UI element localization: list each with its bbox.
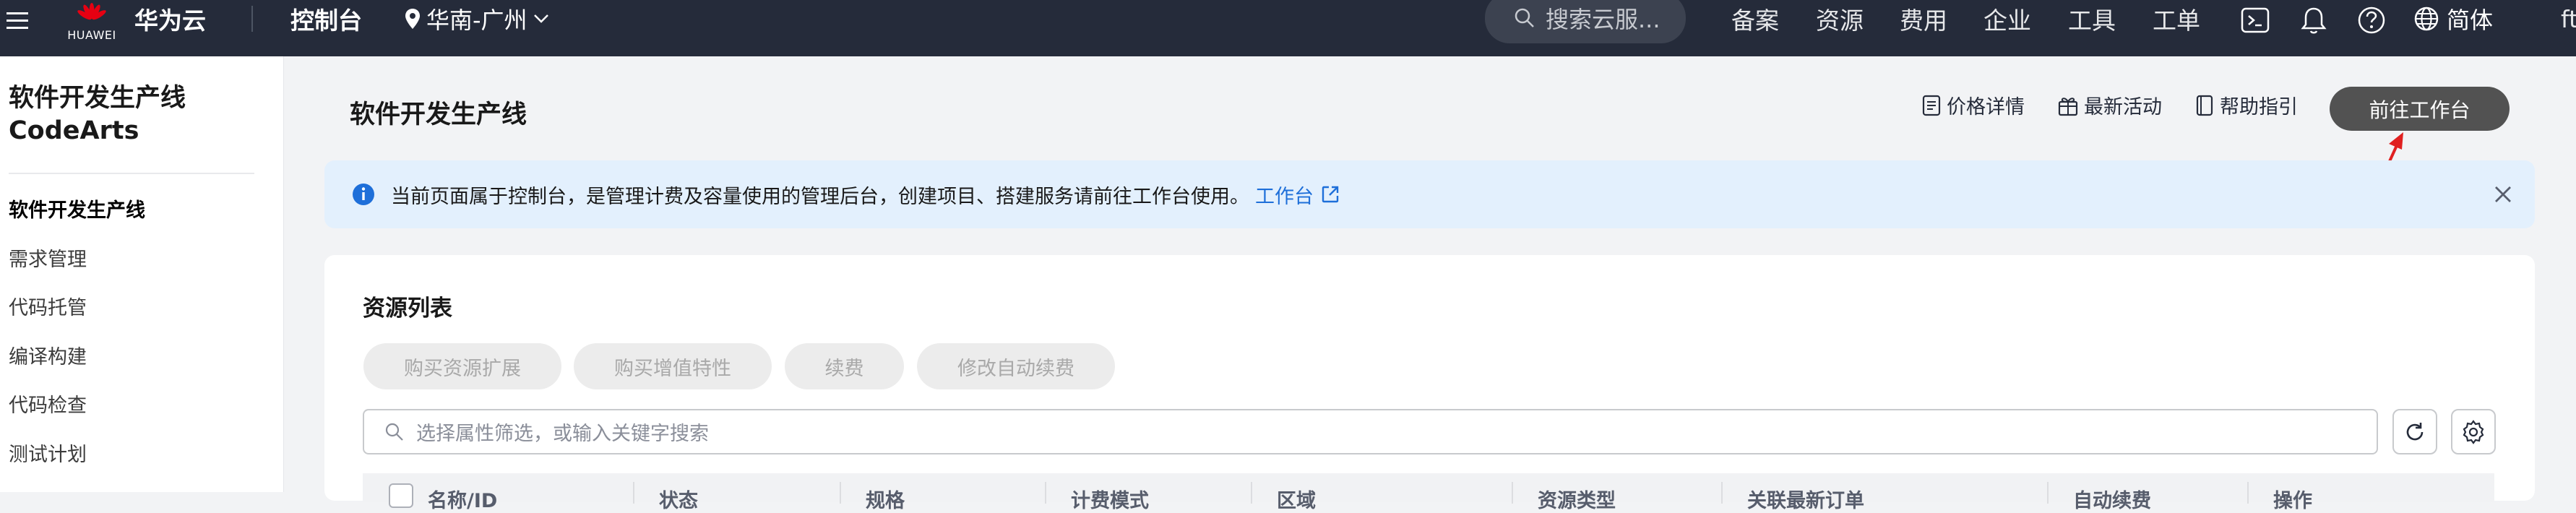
column-separator (2247, 482, 2249, 504)
column-header-status: 状态 (659, 490, 698, 512)
globe-icon (2414, 7, 2439, 31)
resource-table-header: 名称/ID 状态 规格 计费模式 区域 资源类型 关联最新订单 自动续费 操作 (363, 473, 2494, 512)
buy-value-added-button[interactable]: 购买增值特性 (574, 343, 772, 389)
column-header-spec: 规格 (866, 490, 905, 512)
console-title[interactable]: 控制台 (290, 0, 362, 38)
gear-icon (2463, 419, 2484, 444)
attribute-filter-input[interactable]: 选择属性筛选，或输入关键字搜索 (363, 409, 2378, 454)
user-account[interactable]: ft (2561, 0, 2576, 38)
modify-auto-renew-button[interactable]: 修改自动续费 (917, 343, 1115, 389)
nav-enterprise[interactable]: 企业 (1983, 0, 2031, 38)
resource-list-title: 资源列表 (363, 296, 452, 322)
column-separator (1045, 482, 1046, 504)
column-separator (1251, 482, 1252, 504)
cloud-shell-button[interactable] (2238, 3, 2273, 38)
nav-tools[interactable]: 工具 (2068, 0, 2116, 38)
workbench-link-label: 工作台 (1255, 185, 1314, 208)
global-search[interactable]: 搜索云服... (1485, 0, 1686, 43)
sidebar-item-build[interactable]: 编译构建 (9, 341, 87, 369)
info-banner: 当前页面属于控制台，是管理计费及容量使用的管理后台，创建项目、搭建服务请前往工作… (324, 160, 2535, 228)
column-separator (633, 482, 634, 504)
document-icon (1922, 95, 1941, 116)
settings-button[interactable] (2451, 409, 2496, 454)
external-link-icon (1322, 186, 1339, 203)
gift-icon (2058, 97, 2078, 116)
sidebar-item-codearts[interactable]: 软件开发生产线 (9, 194, 145, 223)
price-details-label: 价格详情 (1947, 96, 2025, 118)
help-guide-label: 帮助指引 (2220, 96, 2298, 118)
banner-text: 当前页面属于控制台，是管理计费及容量使用的管理后台，创建项目、搭建服务请前往工作… (391, 185, 1249, 208)
search-icon (385, 423, 403, 441)
sidebar-item-check[interactable]: 代码检查 (9, 389, 87, 418)
help-button[interactable] (2354, 3, 2389, 38)
brand-name[interactable]: 华为云 (134, 0, 206, 38)
sidebar-divider (9, 173, 254, 174)
logo-text: HUAWEI (67, 27, 116, 42)
sidebar-item-requirements[interactable]: 需求管理 (9, 243, 87, 272)
nav-resources[interactable]: 资源 (1816, 0, 1864, 38)
sidebar: 软件开发生产线 CodeArts 软件开发生产线 需求管理 代码托管 编译构建 … (0, 56, 284, 492)
search-icon (1515, 8, 1534, 27)
terminal-icon (2241, 7, 2270, 33)
column-header-actions: 操作 (2273, 490, 2312, 512)
sidebar-title: 软件开发生产线 CodeArts (9, 82, 186, 147)
nav-tickets[interactable]: 工单 (2153, 0, 2200, 38)
column-separator (1512, 482, 1513, 504)
question-circle-icon (2358, 7, 2385, 34)
column-header-region: 区域 (1277, 490, 1316, 512)
huawei-petal-icon (77, 2, 106, 20)
column-separator (1721, 482, 1723, 504)
buy-resource-extension-button[interactable]: 购买资源扩展 (363, 343, 561, 389)
language-label: 简体 (2447, 7, 2494, 34)
top-navigation-bar: HUAWEI 华为云 控制台 华南-广州 搜索云服... 备案 资源 费用 企业… (0, 0, 2576, 56)
hamburger-menu-button[interactable] (0, 0, 35, 40)
refresh-icon (2406, 422, 2424, 440)
select-all-checkbox[interactable] (389, 483, 413, 508)
filter-placeholder: 选择属性筛选，或输入关键字搜索 (416, 423, 709, 445)
nav-record[interactable]: 备案 (1731, 0, 1779, 38)
sidebar-item-testplan[interactable]: 测试计划 (9, 439, 87, 467)
hamburger-icon (7, 12, 28, 29)
region-selector[interactable]: 华南-广州 (405, 0, 549, 38)
nav-billing[interactable]: 费用 (1900, 0, 1947, 38)
chevron-down-icon (533, 14, 548, 23)
latest-activities-label: 最新活动 (2084, 96, 2162, 118)
refresh-button[interactable] (2392, 409, 2437, 454)
region-label: 华南-广州 (426, 7, 527, 34)
page-title: 软件开发生产线 (350, 100, 527, 129)
close-icon[interactable] (2493, 184, 2513, 204)
goto-workbench-button[interactable]: 前往工作台 (2330, 87, 2510, 131)
help-guide-link[interactable]: 帮助指引 (2195, 91, 2298, 119)
topbar-divider (251, 6, 253, 32)
column-header-latest-order: 关联最新订单 (1747, 490, 1864, 512)
column-header-auto-renew: 自动续费 (2073, 490, 2151, 512)
location-pin-icon (405, 9, 420, 29)
column-separator (2047, 482, 2049, 504)
column-separator (840, 482, 841, 504)
latest-activities-link[interactable]: 最新活动 (2058, 91, 2162, 119)
workbench-link[interactable]: 工作台 (1255, 181, 1340, 209)
sidebar-title-line1: 软件开发生产线 (9, 84, 186, 113)
language-selector[interactable]: 简体 (2413, 0, 2493, 38)
price-details-link[interactable]: 价格详情 (1922, 91, 2025, 119)
column-header-resource-type: 资源类型 (1538, 490, 1616, 512)
info-icon (353, 184, 374, 205)
column-header-name[interactable]: 名称/ID (428, 485, 497, 513)
bell-icon (2301, 7, 2327, 34)
sidebar-item-repo[interactable]: 代码托管 (9, 292, 87, 320)
column-header-billing-mode[interactable]: 计费模式 (1071, 485, 1149, 513)
renew-button[interactable]: 续费 (785, 343, 904, 389)
search-placeholder: 搜索云服... (1546, 6, 1660, 33)
notifications-button[interactable] (2296, 3, 2331, 38)
sidebar-title-line2: CodeArts (9, 116, 139, 145)
book-icon (2196, 95, 2213, 116)
huawei-logo[interactable]: HUAWEI (66, 0, 117, 43)
